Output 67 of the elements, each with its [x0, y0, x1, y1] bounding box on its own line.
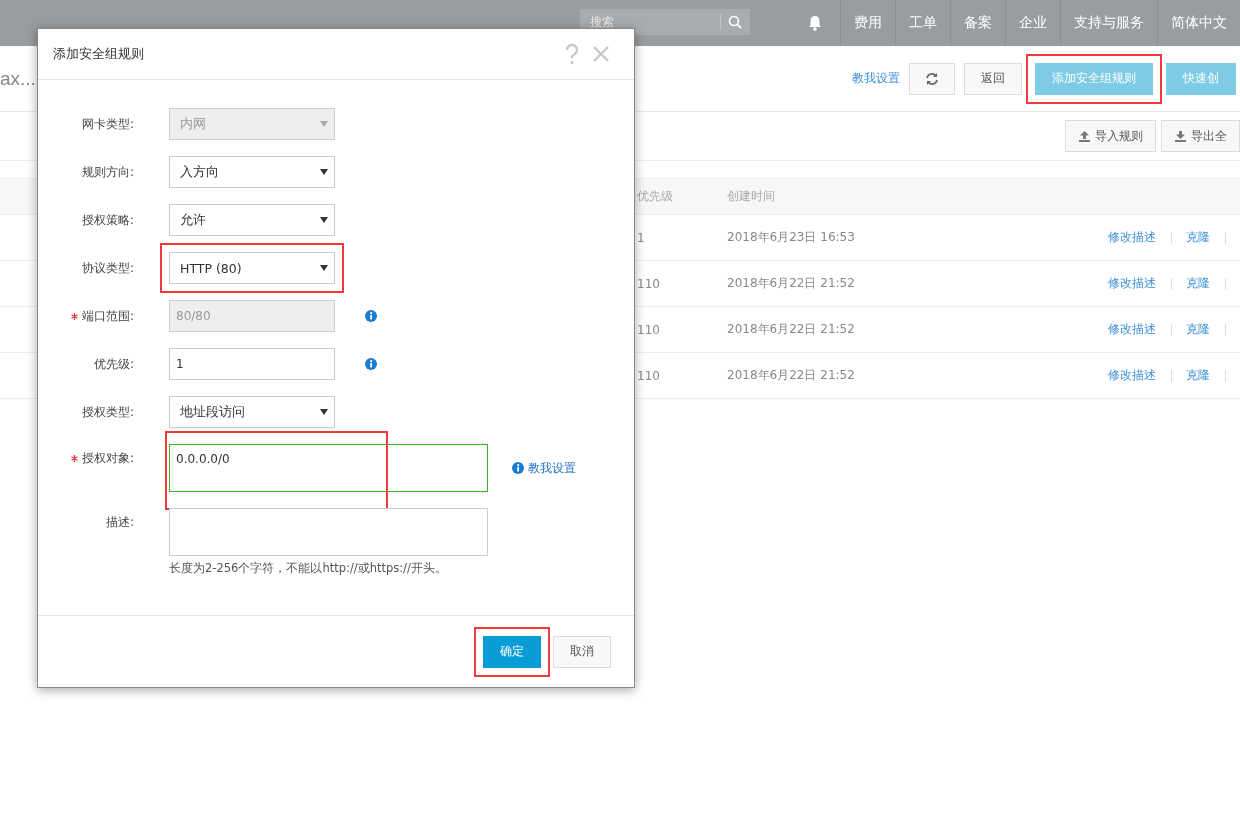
nav-link[interactable]: 企业 [1005, 0, 1060, 46]
page-title: ax... [0, 67, 37, 90]
field-label: 规则方向: [81, 163, 134, 181]
help-link[interactable]: 教我设置 [852, 70, 900, 87]
select-field[interactable]: HTTP (80) [169, 252, 335, 284]
row-link[interactable]: 修改描述 [1108, 321, 1156, 338]
nav-link[interactable]: 简体中文 [1157, 0, 1240, 46]
table-cell-text: 110 [637, 322, 661, 337]
dropdown-arrow-icon [320, 265, 328, 271]
search-field[interactable]: 搜索 [580, 9, 750, 35]
column-header: 创建时间 [727, 188, 776, 205]
row-link[interactable]: 修改描述 [1108, 275, 1156, 292]
row-link[interactable]: 克隆 [1186, 321, 1210, 338]
cancel-button[interactable]: 取消 [553, 635, 611, 668]
description-field[interactable] [169, 508, 488, 556]
dropdown-arrow-icon [320, 121, 328, 127]
search-icon [728, 15, 742, 29]
table-cell-text: 2018年6月22日 21:52 [727, 367, 856, 384]
select-field[interactable]: 入方向 [169, 156, 335, 188]
nav-link[interactable]: 工单 [895, 0, 950, 46]
table-cell-text: 2018年6月22日 21:52 [727, 321, 856, 338]
close-button[interactable] [592, 45, 610, 63]
column-header: 优先级 [637, 188, 674, 205]
table-cell-text: 110 [637, 276, 661, 291]
field-label: 端口范围: [81, 307, 134, 325]
table-cell-text: 110 [637, 368, 661, 383]
nav-link[interactable]: 备案 [950, 0, 1005, 46]
select-field[interactable]: 允许 [169, 204, 335, 236]
action-button[interactable]: 返回 [964, 62, 1022, 95]
dialog-title: 添加安全组规则 [53, 45, 145, 63]
tool-button[interactable]: 导入规则 [1065, 120, 1156, 152]
bell-icon [808, 15, 822, 31]
field-label: 授权策略: [81, 211, 134, 229]
field-label: 描述: [105, 513, 134, 531]
dropdown-arrow-icon [320, 217, 328, 223]
table-cell-text: 2018年6月22日 21:52 [727, 275, 856, 292]
field-label: 授权对象: [81, 449, 134, 467]
nav-link[interactable]: 支持与服务 [1060, 0, 1157, 46]
table-cell-text: 2018年6月23日 16:53 [727, 229, 856, 246]
help-button[interactable] [564, 43, 580, 65]
field-label: 授权类型: [81, 403, 134, 421]
select-field[interactable]: 地址段访问 [169, 396, 335, 428]
nav-link[interactable]: 费用 [840, 0, 895, 46]
field-label: 优先级: [93, 355, 134, 373]
dropdown-arrow-icon [320, 409, 328, 415]
row-link[interactable]: 克隆 [1186, 229, 1210, 246]
row-link[interactable]: 修改描述 [1108, 229, 1156, 246]
upload-icon [1078, 129, 1091, 143]
info-icon [512, 462, 524, 474]
row-link[interactable]: 克隆 [1186, 275, 1210, 292]
refresh-button[interactable] [909, 62, 955, 95]
row-link[interactable]: 克隆 [1186, 367, 1210, 384]
field-label: 协议类型: [81, 259, 134, 277]
confirm-button[interactable]: 确定 [483, 635, 541, 668]
input-field[interactable]: 1 [169, 348, 335, 380]
tool-button[interactable]: 导出全 [1161, 120, 1240, 152]
hint-text: 长度为2-256个字符，不能以http://或https://开头。 [169, 561, 448, 576]
download-icon [1174, 129, 1187, 143]
text-area-field[interactable]: 0.0.0.0/0 [169, 444, 488, 492]
refresh-icon [925, 71, 939, 86]
row-link[interactable]: 修改描述 [1108, 367, 1156, 384]
help-link[interactable]: 教我设置 [512, 459, 576, 477]
dropdown-arrow-icon [320, 169, 328, 175]
table-cell-text: 1 [637, 230, 646, 245]
field-label: 网卡类型: [81, 115, 134, 133]
close-icon [592, 45, 610, 63]
help-icon [564, 43, 580, 65]
